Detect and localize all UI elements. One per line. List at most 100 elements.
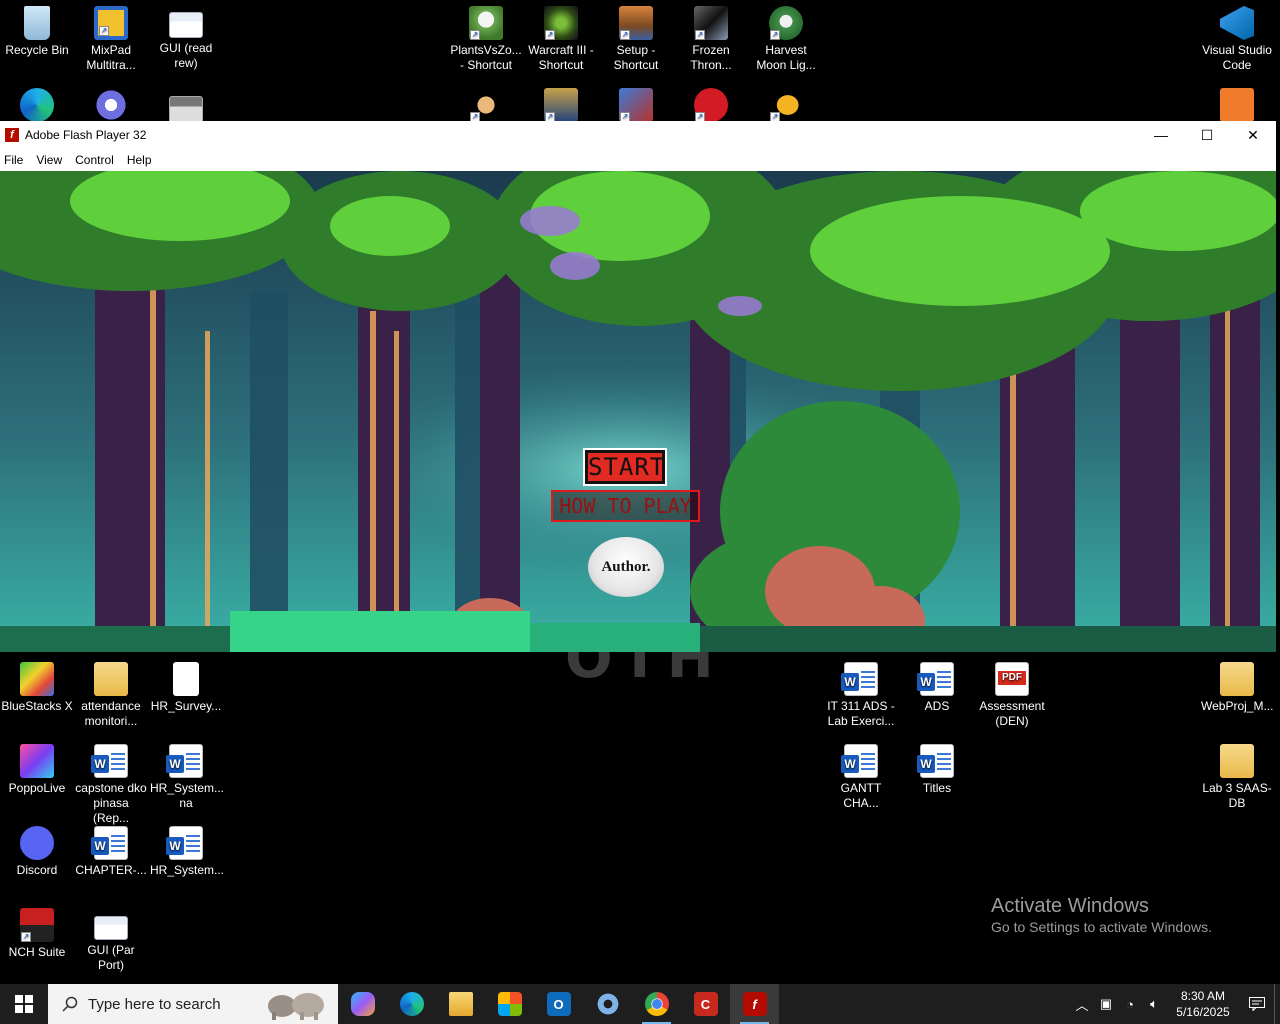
folder-zip-icon: [1220, 662, 1254, 696]
taskbar-ccleaner[interactable]: C: [681, 984, 730, 1024]
word-document-icon: [917, 662, 954, 696]
bluestacks-icon: [20, 662, 54, 696]
show-desktop-button[interactable]: [1274, 984, 1280, 1024]
chevron-up-icon[interactable]: ︿: [1070, 995, 1094, 1014]
taskbar-settings-app[interactable]: [583, 984, 632, 1024]
desktop-icon-game-e[interactable]: ↗: [749, 82, 823, 125]
taskbar-outlook[interactable]: O: [534, 984, 583, 1024]
clock-time: 8:30 AM: [1180, 989, 1226, 1003]
gear-icon: [94, 88, 128, 122]
desktop-icon-nch[interactable]: ↗ NCH Suite: [0, 902, 74, 960]
taskbar-file-explorer[interactable]: [436, 984, 485, 1024]
desktop-icon-chapter[interactable]: CHAPTER-...: [74, 820, 148, 878]
desktop-icon-hr-system[interactable]: HR_System...: [149, 820, 225, 878]
desktop-icon-ads[interactable]: ADS: [900, 656, 974, 714]
mixpad-icon: ↗: [94, 6, 128, 40]
desktop-icon-lab3[interactable]: Lab 3 SAAS-DB: [1200, 738, 1274, 811]
word-document-icon: [91, 826, 128, 860]
close-button[interactable]: ✕: [1230, 121, 1276, 149]
desktop-icon-label: HR_System... na: [150, 781, 225, 810]
chrome-icon: [644, 992, 669, 1016]
network-icon[interactable]: ◔: [1118, 997, 1142, 1012]
menu-help[interactable]: Help: [127, 153, 160, 167]
desktop-icon-it311[interactable]: IT 311 ADS - Lab Exerci...: [824, 656, 898, 729]
taskbar-store[interactable]: [485, 984, 534, 1024]
taskbar-search[interactable]: Type here to search: [48, 984, 338, 1024]
minimize-button[interactable]: —: [1138, 121, 1184, 149]
desktop-icon-webproj[interactable]: WebProj_M...: [1200, 656, 1274, 714]
taskbar-chrome[interactable]: [632, 984, 681, 1024]
desktop-icon-label: Assessment (DEN): [979, 699, 1045, 728]
desktop-icon-game-a[interactable]: ↗: [449, 82, 523, 125]
menu-view[interactable]: View: [36, 153, 70, 167]
desktop-icon-poppolive[interactable]: PoppoLive: [0, 738, 74, 796]
desktop-icon-gui-parport[interactable]: GUI (Par Port): [74, 902, 148, 973]
start-button[interactable]: START: [585, 450, 665, 484]
warcraft-icon: ↗: [544, 6, 578, 40]
menu-file[interactable]: File: [4, 153, 31, 167]
desktop-icon-label: attendance monitori...: [81, 699, 141, 728]
desktop-icon-gear-app[interactable]: [74, 82, 148, 125]
xampp-icon: [1220, 88, 1254, 122]
taskbar-copilot[interactable]: [338, 984, 387, 1024]
desktop-icon-attendance[interactable]: attendance monitori...: [74, 656, 148, 729]
outlook-icon: O: [546, 992, 571, 1016]
desktop-icon-gantt[interactable]: GANTT CHA...: [824, 738, 898, 811]
menu-control[interactable]: Control: [75, 153, 122, 167]
word-document-icon: [841, 662, 878, 696]
desktop-icon-titles[interactable]: Titles: [900, 738, 974, 796]
desktop-icon-gui-readrew[interactable]: GUI (read rew): [149, 0, 223, 71]
discord-icon: [20, 826, 54, 860]
clock[interactable]: 8:30 AM 5/16/2025: [1166, 988, 1240, 1020]
meet-now-icon[interactable]: ▣: [1094, 996, 1118, 1012]
elephants-illustration-icon: [268, 993, 324, 1020]
desktop-icon-game-c[interactable]: ↗: [599, 82, 673, 125]
desktop-icon-label: GUI (Par Port): [87, 943, 135, 972]
taskbar-edge[interactable]: [387, 984, 436, 1024]
desktop-icon-hr-system-na[interactable]: HR_System... na: [149, 738, 225, 811]
league-icon: ↗: [544, 88, 578, 122]
desktop-icon-edge-shortcut[interactable]: [0, 82, 74, 125]
gui-document-icon: [169, 12, 203, 38]
desktop-icon-bluestacks[interactable]: BlueStacks X: [0, 656, 74, 714]
desktop-icon-hr-survey[interactable]: HR_Survey...: [149, 656, 223, 714]
desktop-icon-harvest[interactable]: ↗ Harvest Moon Lig...: [749, 0, 823, 73]
taskbar-flash-player[interactable]: f: [730, 984, 779, 1024]
desktop-icon-recycle-bin[interactable]: Recycle Bin: [0, 0, 74, 58]
start-button-windows[interactable]: [0, 984, 48, 1024]
desktop-icon-label: NCH Suite: [8, 945, 66, 959]
desktop-icon-discord[interactable]: Discord: [0, 820, 74, 878]
folder-zip-icon: [1220, 744, 1254, 778]
desktop-icon-label: HR_System...: [150, 863, 225, 877]
desktop-icon-xampp[interactable]: [1200, 82, 1274, 125]
word-document-icon: [166, 744, 203, 778]
flash-player-window[interactable]: f Adobe Flash Player 32 — ☐ ✕ File View …: [0, 121, 1276, 652]
desktop-icon-frozen[interactable]: ↗ Frozen Thron...: [674, 0, 748, 73]
title-bar[interactable]: f Adobe Flash Player 32 — ☐ ✕: [0, 121, 1276, 149]
menu-bar: File View Control Help: [0, 149, 1276, 171]
word-document-icon: [841, 744, 878, 778]
desktop-icon-pvz[interactable]: ↗ PlantsVsZo... - Shortcut: [449, 0, 523, 73]
notifications-button[interactable]: [1240, 997, 1274, 1011]
desktop-icon-capstone[interactable]: capstone dko pinasa (Rep...: [74, 738, 148, 826]
windows-logo-icon: [15, 995, 33, 1013]
desktop-icon-warcraft[interactable]: ↗ Warcraft III - Shortcut: [524, 0, 598, 73]
taskbar: Type here to search O C f ︿ ▣ ◔ 🔈︎ 8:30 …: [0, 984, 1280, 1024]
desktop-icon-mixpad[interactable]: ↗ MixPad Multitra...: [74, 0, 148, 73]
desktop-icon-label: PlantsVsZo... - Shortcut: [450, 43, 522, 72]
desktop-icon-setup[interactable]: ↗ Setup - Shortcut: [599, 0, 673, 73]
desktop-icon-game-b[interactable]: ↗: [524, 82, 598, 125]
desktop-icon-assessment[interactable]: Assessment (DEN): [975, 656, 1049, 729]
recycle-bin-icon: [24, 6, 50, 40]
activate-heading: Activate Windows: [991, 895, 1149, 917]
maximize-button[interactable]: ☐: [1184, 121, 1230, 149]
desktop-icon-game-d[interactable]: ↗: [674, 82, 748, 125]
plants-vs-zombies-icon: ↗: [469, 6, 503, 40]
desktop-icon-vscode[interactable]: Visual Studio Code: [1200, 0, 1274, 73]
activate-subtext: Go to Settings to activate Windows.: [991, 919, 1212, 935]
flash-player-icon: f: [5, 128, 19, 142]
author-button[interactable]: Author.: [588, 537, 664, 597]
volume-icon[interactable]: 🔈︎: [1142, 996, 1166, 1012]
game-stage[interactable]: START HOW TO PLAY Author.: [0, 171, 1276, 652]
how-to-play-button[interactable]: HOW TO PLAY: [551, 490, 700, 522]
